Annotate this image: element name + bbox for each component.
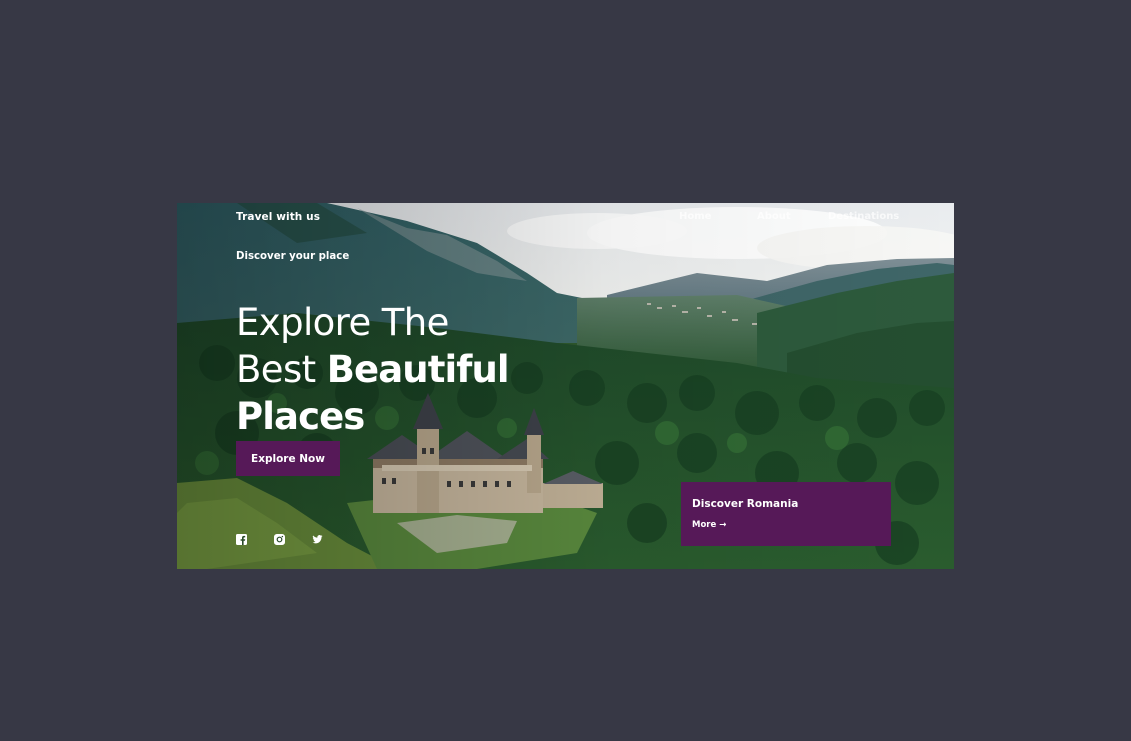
nav-link-about[interactable]: About: [757, 211, 791, 222]
explore-now-button[interactable]: Explore Now: [236, 441, 340, 476]
brand-logo-link[interactable]: Travel with us: [236, 211, 320, 223]
hero-section: Travel with us Home About Destinations D…: [177, 203, 954, 569]
hero-tagline: Discover your place: [236, 251, 350, 262]
headline-line-3: Places: [236, 394, 365, 438]
headline-line-1: Explore The: [236, 300, 449, 344]
nav-link-destinations[interactable]: Destinations: [828, 211, 899, 222]
facebook-icon[interactable]: [236, 530, 247, 545]
page-background: Travel with us Home About Destinations D…: [0, 0, 1131, 741]
instagram-icon[interactable]: [274, 530, 285, 545]
headline-line-2-regular: Best: [236, 347, 327, 391]
twitter-icon[interactable]: [312, 530, 323, 544]
headline-line-2: Best Beautiful: [236, 346, 656, 393]
top-navbar: Travel with us Home About Destinations: [177, 203, 954, 233]
discover-romania-card[interactable]: Discover Romania More →: [681, 482, 891, 546]
headline-line-2-bold: Beautiful: [326, 347, 510, 391]
card-title: Discover Romania: [692, 498, 799, 510]
card-more-link[interactable]: More →: [692, 520, 726, 530]
hero-headline: Explore The Best Beautiful Places: [236, 299, 656, 440]
nav-link-home[interactable]: Home: [679, 211, 711, 222]
